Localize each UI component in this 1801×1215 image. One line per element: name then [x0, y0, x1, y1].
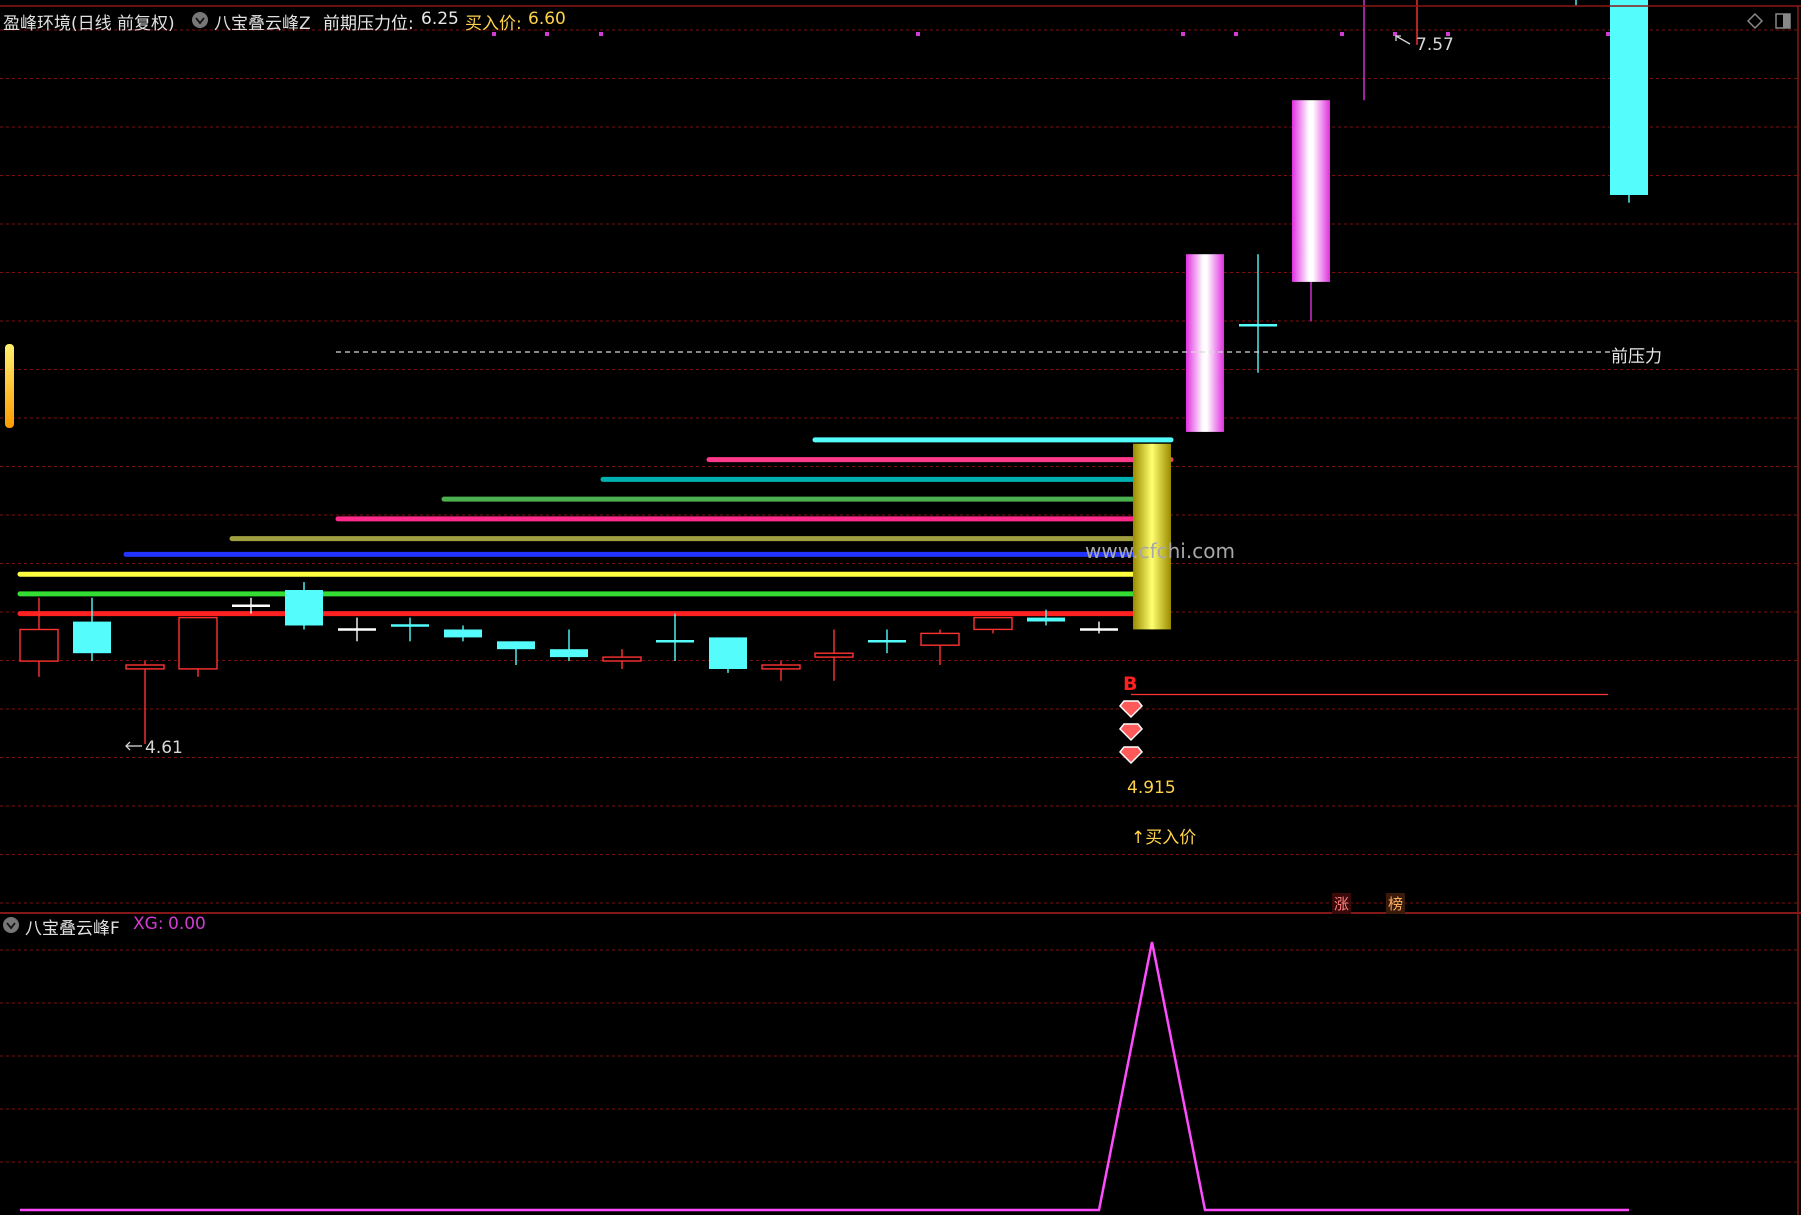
candle-body — [920, 632, 960, 646]
candle — [1080, 621, 1118, 634]
candle — [1363, 0, 1365, 101]
high-price-label: 7.57 — [1416, 35, 1454, 55]
candle — [125, 661, 165, 744]
candle — [338, 617, 376, 642]
candle-body — [1186, 254, 1224, 432]
buy-marker: B — [1123, 673, 1138, 695]
candle — [444, 625, 482, 642]
candle — [1133, 443, 1171, 630]
candle — [73, 597, 111, 661]
sub-indicator-name[interactable]: 八宝叠云峰F — [25, 914, 120, 939]
candle-body — [497, 641, 535, 650]
candle-body — [973, 616, 1013, 631]
candle-body — [178, 616, 218, 670]
candle — [391, 617, 429, 642]
watermark: www.cfchi.com — [1085, 539, 1235, 563]
chevron-down-icon[interactable] — [3, 917, 19, 933]
candle — [550, 629, 588, 661]
diamond-icon — [1118, 700, 1144, 719]
candle-body — [285, 590, 323, 626]
candle-body — [761, 664, 801, 670]
candle-body — [814, 652, 854, 658]
diamond-icon — [1118, 723, 1144, 742]
candle — [973, 616, 1013, 634]
candle — [920, 629, 960, 665]
candle-body — [1133, 443, 1171, 630]
pressure-label: 前期压力位: — [323, 14, 414, 34]
pressure-value: 6.25 — [421, 9, 459, 29]
xg-polyline — [20, 941, 1629, 1212]
buy-label: 买入价: — [465, 14, 522, 34]
low-price-label: 4.61 — [145, 738, 183, 758]
pressure-line-label: 前压力 — [1611, 347, 1662, 367]
xg-line — [20, 941, 1629, 1212]
chart-canvas — [0, 0, 1801, 1215]
chevron-down-icon[interactable] — [192, 12, 208, 28]
candle — [1575, 0, 1577, 6]
candle — [19, 597, 59, 677]
candle — [178, 616, 218, 677]
candle — [285, 582, 323, 630]
candle — [1186, 254, 1224, 432]
candle-body — [73, 621, 111, 654]
candle — [1239, 254, 1277, 373]
diamond-icons — [1118, 700, 1144, 765]
candle-body — [19, 628, 59, 662]
side-scroll-indicator[interactable] — [5, 344, 14, 428]
window-restore-icon[interactable] — [1775, 13, 1791, 29]
candle — [814, 629, 854, 681]
candle — [709, 637, 747, 673]
candle-body — [1292, 100, 1330, 282]
candle — [602, 649, 642, 669]
candle — [656, 613, 694, 661]
indicator-name[interactable]: 八宝叠云峰Z — [214, 9, 311, 34]
candle-body — [1610, 0, 1648, 195]
xg-value: 0.00 — [168, 914, 206, 934]
candle — [868, 629, 906, 654]
stock-title: 盈峰环境(日线 前复权) — [3, 14, 175, 34]
candle — [497, 641, 535, 665]
ribbon-lines — [17, 437, 1174, 617]
badge-bang[interactable]: 榜 — [1386, 893, 1406, 914]
candle — [1292, 100, 1330, 322]
xg-label: XG: — [133, 914, 164, 934]
high-arrow-icon — [1395, 35, 1411, 45]
buy-price-label: ↑买入价 — [1131, 828, 1197, 848]
candle-body — [125, 664, 165, 670]
diamond-outline-icon[interactable] — [1746, 12, 1764, 30]
badge-zhang[interactable]: 涨 — [1332, 893, 1352, 914]
diamond-icon — [1118, 746, 1144, 765]
candle-series — [19, 0, 1648, 744]
buy-price-value: 4.915 — [1127, 778, 1176, 798]
candle — [1610, 0, 1648, 203]
low-arrow-icon — [125, 741, 142, 751]
candle-body — [1027, 617, 1065, 622]
buy-value: 6.60 — [528, 9, 566, 29]
candle-body — [444, 629, 482, 638]
candle-body — [709, 637, 747, 669]
candle-body — [550, 649, 588, 658]
candle — [761, 661, 801, 681]
candle-body — [602, 656, 642, 662]
